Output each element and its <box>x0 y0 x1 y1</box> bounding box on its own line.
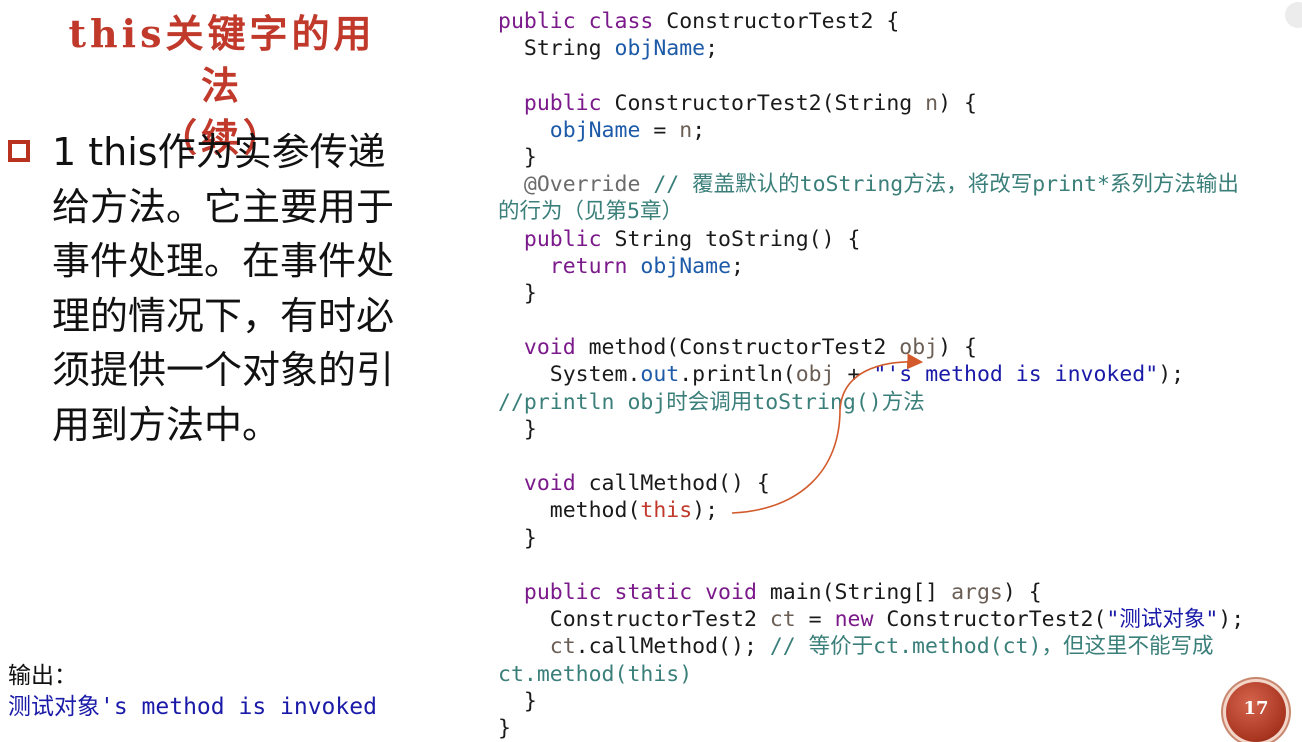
code-line-16: } <box>498 416 537 442</box>
code-line-25: ct.method(this) <box>498 661 693 687</box>
page-number-badge: 17 <box>1226 682 1286 742</box>
code-line-13: void method(ConstructorTest2 obj) { <box>523 335 977 361</box>
code-line-5: objName = n; <box>549 117 706 143</box>
code-line-24: ct.callMethod(); // 等价于ct.method(ct)，但这里… <box>549 634 1214 660</box>
code-line-10: return objName; <box>549 253 744 279</box>
code-line-2: String objName; <box>498 36 719 62</box>
code-line-11: } <box>498 280 537 306</box>
code-line-8: 的行为（见第5章） <box>498 199 683 225</box>
bullet-square-icon <box>8 140 30 162</box>
code-line-18: void callMethod() { <box>523 471 770 497</box>
code-block: public class ConstructorTest2 { String o… <box>498 8 1288 742</box>
code-line-4: public ConstructorTest2(String n) { <box>523 90 977 116</box>
code-line-15: //println obj时会调用toString()方法 <box>498 389 925 415</box>
this-argument: this <box>640 498 693 524</box>
code-line-20: } <box>498 525 537 551</box>
code-line-7: @Override // 覆盖默认的toString方法，将改写print*系列… <box>523 172 1239 198</box>
code-line-9: public String toString() { <box>523 226 861 252</box>
bullet-text: 1 this作为实参传递给方法。它主要用于事件处理。在事件处理的情况下，有时必须… <box>52 130 395 447</box>
code-line-1: public class ConstructorTest2 { <box>498 9 900 34</box>
title-line-1: this关键字的用法 <box>68 11 376 108</box>
output-value: 测试对象's method is invoked <box>8 694 377 720</box>
code-line-27: } <box>498 715 511 741</box>
code-line-6: } <box>498 144 537 170</box>
page-number: 17 <box>1243 698 1269 719</box>
code-line-22: public static void main(String[] args) { <box>523 579 1042 605</box>
code-line-19: method(this); <box>498 498 719 524</box>
output-label: 输出： <box>8 663 77 689</box>
code-line-14: System.out.println(obj + "'s method is i… <box>498 362 1185 388</box>
code-line-26: } <box>498 688 537 714</box>
code-line-23: ConstructorTest2 ct = new ConstructorTes… <box>498 607 1245 633</box>
